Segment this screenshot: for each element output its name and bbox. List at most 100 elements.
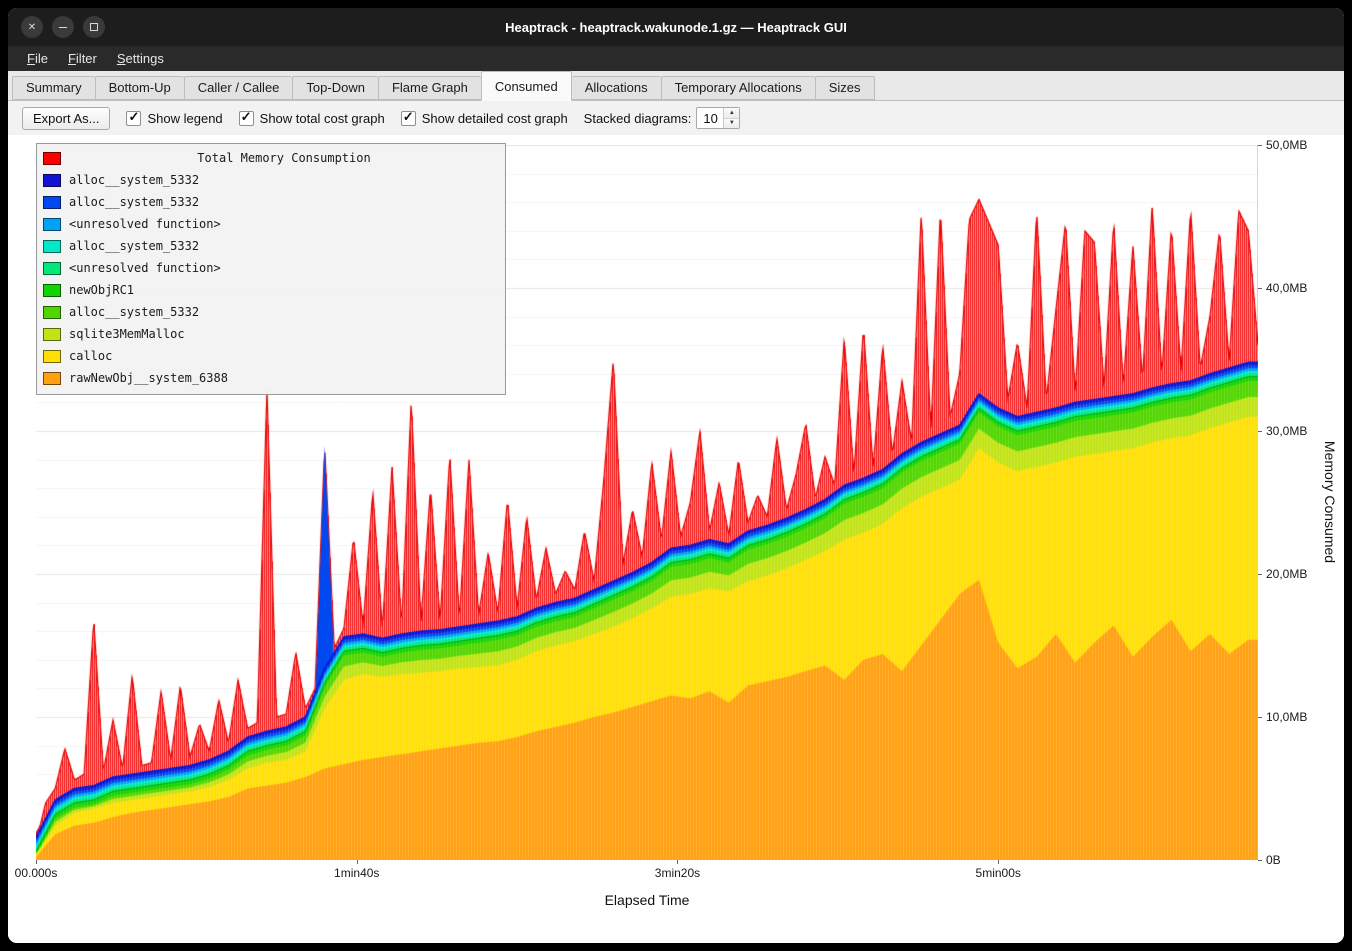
legend-swatch-icon <box>43 196 61 209</box>
legend-swatch-icon <box>43 218 61 231</box>
stacked-diagrams-spinbox[interactable]: 10 ▲ ▼ <box>696 107 740 129</box>
chart-area: Total Memory Consumption alloc__system_53… <box>8 135 1344 943</box>
legend-entry-label: sqlite3MemMalloc <box>69 327 185 341</box>
y-axis-title: Memory Consumed <box>1322 441 1338 563</box>
check-icon: ✓ <box>403 109 414 125</box>
x-tick-label: 3min20s <box>655 866 700 880</box>
legend-entry-label: <unresolved function> <box>69 217 221 231</box>
legend-swatch-icon <box>43 174 61 187</box>
maximize-icon[interactable] <box>83 16 105 38</box>
legend-swatch-icon <box>43 372 61 385</box>
menu-item-filter[interactable]: Filter <box>59 49 106 68</box>
legend-swatch-icon <box>43 152 61 165</box>
y-tickmark <box>1258 860 1262 861</box>
legend-title: Total Memory Consumption <box>69 151 499 165</box>
chart-legend: Total Memory Consumption alloc__system_53… <box>36 143 506 395</box>
tab-allocations[interactable]: Allocations <box>572 76 661 100</box>
tab-summary[interactable]: Summary <box>12 76 95 100</box>
legend-entry-label: calloc <box>69 349 112 363</box>
tabbar: SummaryBottom-UpCaller / CalleeTop-DownF… <box>8 71 1344 101</box>
tab-bottom-up[interactable]: Bottom-Up <box>95 76 184 100</box>
legend-entry: calloc <box>43 345 499 367</box>
tab-sizes[interactable]: Sizes <box>815 76 875 100</box>
checkbox-show-total-cost-graph[interactable]: ✓ Show total cost graph <box>239 111 385 126</box>
x-tick-label: 1min40s <box>334 866 379 880</box>
checkbox-box[interactable]: ✓ <box>239 111 254 126</box>
y-tick-label: 50,0MB <box>1266 138 1307 152</box>
toolbar-checkboxes: ✓ Show legend ✓ Show total cost graph ✓ Show … <box>126 111 567 126</box>
x-tickmark <box>357 860 358 864</box>
legend-swatch-icon <box>43 350 61 363</box>
tab-caller-callee[interactable]: Caller / Callee <box>184 76 293 100</box>
legend-entry: <unresolved function> <box>43 213 499 235</box>
checkbox-box[interactable]: ✓ <box>126 111 141 126</box>
spin-down-icon[interactable]: ▼ <box>724 119 739 129</box>
y-tickmark <box>1258 431 1262 432</box>
tab-consumed[interactable]: Consumed <box>481 71 572 101</box>
y-tickmark <box>1258 145 1262 146</box>
legend-entry-label: newObjRC1 <box>69 283 134 297</box>
y-tick-label: 10,0MB <box>1266 710 1307 724</box>
window-controls: ✕ <box>21 16 105 38</box>
menubar: FileFilterSettings <box>8 46 1344 71</box>
x-tickmark <box>36 860 37 864</box>
window-title: Heaptrack - heaptrack.wakunode.1.gz — He… <box>8 20 1344 35</box>
x-axis-title: Elapsed Time <box>8 892 1286 908</box>
legend-swatch-icon <box>43 240 61 253</box>
checkbox-show-legend[interactable]: ✓ Show legend <box>126 111 222 126</box>
legend-entry: alloc__system_5332 <box>43 169 499 191</box>
checkbox-box[interactable]: ✓ <box>401 111 416 126</box>
tab-temporary-allocations[interactable]: Temporary Allocations <box>661 76 815 100</box>
legend-swatch-icon <box>43 262 61 275</box>
y-tick-label: 40,0MB <box>1266 281 1307 295</box>
legend-entry-label: alloc__system_5332 <box>69 195 199 209</box>
toolbar: Export As... ✓ Show legend ✓ Show total cos… <box>8 101 1344 135</box>
legend-swatch-icon <box>43 284 61 297</box>
legend-title-row: Total Memory Consumption <box>43 147 499 169</box>
x-tick-label: 5min00s <box>976 866 1021 880</box>
legend-entry: <unresolved function> <box>43 257 499 279</box>
y-tick-label: 30,0MB <box>1266 424 1307 438</box>
legend-entry-label: alloc__system_5332 <box>69 305 199 319</box>
legend-entry-label: <unresolved function> <box>69 261 221 275</box>
stacked-diagrams-label: Stacked diagrams: <box>584 111 692 126</box>
titlebar[interactable]: ✕ Heaptrack - heaptrack.wakunode.1.gz — … <box>8 8 1344 46</box>
spin-up-icon[interactable]: ▲ <box>724 108 739 119</box>
checkbox-label: Show total cost graph <box>260 111 385 126</box>
legend-entry: rawNewObj__system_6388 <box>43 367 499 389</box>
checkbox-show-detailed-cost-graph[interactable]: ✓ Show detailed cost graph <box>401 111 568 126</box>
tab-flame-graph[interactable]: Flame Graph <box>378 76 481 100</box>
legend-swatch-icon <box>43 306 61 319</box>
export-as-button[interactable]: Export As... <box>22 107 110 130</box>
legend-entry-label: rawNewObj__system_6388 <box>69 371 228 385</box>
menu-item-file[interactable]: File <box>18 49 57 68</box>
close-icon[interactable]: ✕ <box>21 16 43 38</box>
legend-entry: newObjRC1 <box>43 279 499 301</box>
x-tickmark <box>677 860 678 864</box>
legend-entry: alloc__system_5332 <box>43 191 499 213</box>
legend-entry: alloc__system_5332 <box>43 235 499 257</box>
legend-entry: sqlite3MemMalloc <box>43 323 499 345</box>
checkbox-label: Show detailed cost graph <box>422 111 568 126</box>
menu-item-settings[interactable]: Settings <box>108 49 173 68</box>
legend-entry-label: alloc__system_5332 <box>69 173 199 187</box>
checkbox-label: Show legend <box>147 111 222 126</box>
spin-arrows: ▲ ▼ <box>723 108 739 128</box>
x-tickmark <box>998 860 999 864</box>
y-tick-label: 20,0MB <box>1266 567 1307 581</box>
heaptrack-window: ✕ Heaptrack - heaptrack.wakunode.1.gz — … <box>8 8 1344 943</box>
y-tickmark <box>1258 288 1262 289</box>
y-tick-label: 0B <box>1266 853 1281 867</box>
tab-top-down[interactable]: Top-Down <box>292 76 378 100</box>
legend-swatch-icon <box>43 328 61 341</box>
stacked-diagrams-value[interactable]: 10 <box>697 108 723 128</box>
legend-entry: alloc__system_5332 <box>43 301 499 323</box>
x-tick-label: 00.000s <box>15 866 58 880</box>
y-tickmark <box>1258 574 1262 575</box>
check-icon: ✓ <box>241 109 252 125</box>
check-icon: ✓ <box>128 109 139 125</box>
minimize-icon[interactable] <box>52 16 74 38</box>
y-tickmark <box>1258 717 1262 718</box>
legend-entry-label: alloc__system_5332 <box>69 239 199 253</box>
stacked-diagrams-control: Stacked diagrams: 10 ▲ ▼ <box>584 107 741 129</box>
